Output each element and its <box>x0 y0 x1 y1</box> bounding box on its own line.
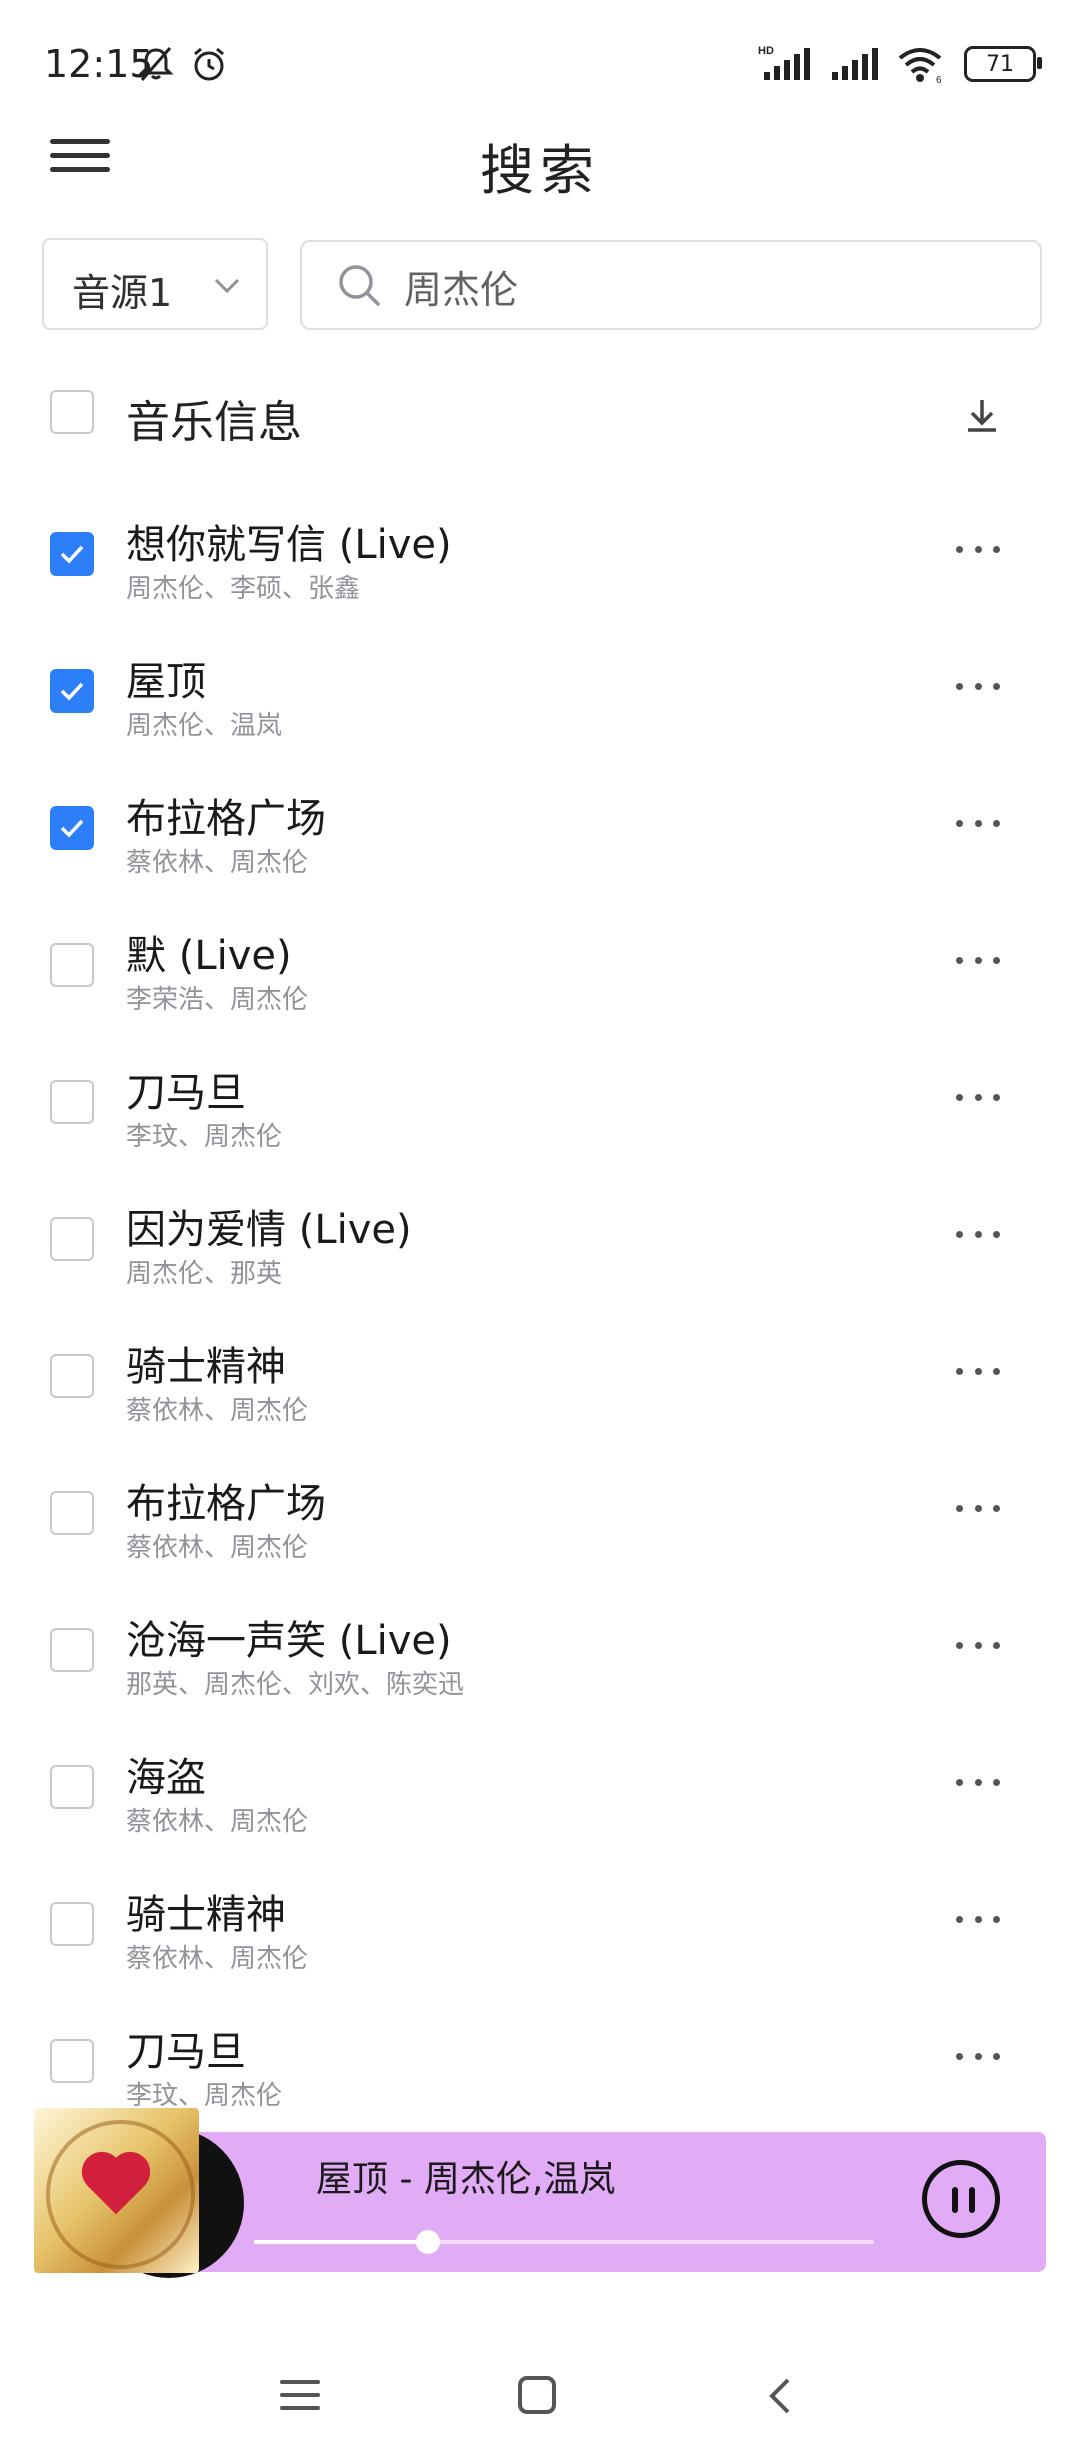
app-header: 搜索 <box>0 120 1080 240</box>
search-box[interactable] <box>300 240 1042 330</box>
home-button[interactable] <box>518 2376 556 2414</box>
mute-notification-icon <box>138 47 174 81</box>
more-options-icon[interactable] <box>956 957 1000 967</box>
song-title: 沧海一声笑 (Live) <box>126 1618 452 1664</box>
network-badge: HD <box>758 45 774 57</box>
song-title: 布拉格广场 <box>126 1481 326 1527</box>
download-icon[interactable] <box>960 394 1004 438</box>
signal-hd-icon: HD <box>758 45 810 80</box>
song-artists: 李荣浩、周杰伦 <box>126 985 309 1015</box>
more-options-icon[interactable] <box>956 1231 1000 1241</box>
song-checkbox[interactable] <box>50 2039 94 2083</box>
song-row[interactable]: 骑士精神蔡依林、周杰伦 <box>0 1880 1080 2017</box>
more-options-icon[interactable] <box>956 1505 1000 1515</box>
alarm-icon <box>194 47 225 81</box>
more-options-icon[interactable] <box>956 1642 1000 1652</box>
song-row[interactable]: 想你就写信 (Live) 周杰伦、李硕、张鑫 <box>0 510 1080 647</box>
song-row[interactable]: 布拉格广场蔡依林、周杰伦 <box>0 1469 1080 1606</box>
status-left-icons <box>136 44 229 84</box>
source-select-label: 音源1 <box>72 271 173 315</box>
list-header: 音乐信息 <box>0 370 1080 470</box>
album-art[interactable] <box>34 2108 244 2298</box>
song-title: 屋顶 <box>126 659 206 705</box>
battery-icon: 71 <box>964 46 1042 82</box>
song-artists: 周杰伦、那英 <box>126 1259 283 1289</box>
song-row[interactable]: 沧海一声笑 (Live) 那英、周杰伦、刘欢、陈奕迅 <box>0 1606 1080 1743</box>
song-checkbox[interactable] <box>50 1080 94 1124</box>
battery-level: 71 <box>986 51 1014 77</box>
status-right-icons: HD 6 71 <box>758 44 1042 84</box>
song-artists: 那英、周杰伦、刘欢、陈奕迅 <box>126 1670 465 1700</box>
song-artists: 李玟、周杰伦 <box>126 1122 283 1152</box>
song-checkbox[interactable] <box>50 1765 94 1809</box>
song-title: 默 (Live) <box>126 933 292 979</box>
more-options-icon[interactable] <box>956 2053 1000 2063</box>
song-checkbox[interactable] <box>50 806 94 850</box>
select-all-checkbox[interactable] <box>50 390 94 434</box>
song-checkbox[interactable] <box>50 1354 94 1398</box>
more-options-icon[interactable] <box>956 683 1000 693</box>
album-cover <box>34 2108 199 2273</box>
song-row[interactable]: 海盗 蔡依林、周杰伦 <box>0 1743 1080 1880</box>
mini-player[interactable]: 屋顶 - 周杰伦,温岚 <box>34 2108 1046 2278</box>
song-title: 刀马旦 <box>126 1070 246 1116</box>
song-title: 骑士精神 <box>126 1892 286 1938</box>
system-nav-bar <box>0 2340 1080 2460</box>
song-artists: 蔡依林、周杰伦 <box>126 1944 309 1974</box>
song-artists: 蔡依林、周杰伦 <box>126 1807 309 1837</box>
pause-icon <box>952 2187 958 2213</box>
song-checkbox[interactable] <box>50 1491 94 1535</box>
song-checkbox[interactable] <box>50 943 94 987</box>
signal-icon <box>832 48 878 80</box>
recents-button[interactable] <box>280 2380 320 2419</box>
back-button[interactable] <box>760 2376 800 2416</box>
progress-fill <box>254 2240 428 2244</box>
source-select[interactable]: 音源1 <box>42 238 268 330</box>
song-artists: 蔡依林、周杰伦 <box>126 1396 309 1426</box>
more-options-icon[interactable] <box>956 1368 1000 1378</box>
more-options-icon[interactable] <box>956 1094 1000 1104</box>
song-artists: 李玟、周杰伦 <box>126 2081 283 2111</box>
song-title: 因为爱情 (Live) <box>126 1207 412 1253</box>
song-row[interactable]: 默 (Live) 李荣浩、周杰伦 <box>0 921 1080 1058</box>
status-bar: 12:15 HD 6 71 <box>0 0 1080 130</box>
wifi-badge: 6 <box>936 75 942 84</box>
now-playing-title: 屋顶 - 周杰伦,温岚 <box>316 2159 616 2200</box>
song-title: 想你就写信 (Live) <box>126 522 452 568</box>
more-options-icon[interactable] <box>956 1779 1000 1789</box>
search-input[interactable] <box>402 260 1006 312</box>
song-row[interactable]: 骑士精神蔡依林、周杰伦 <box>0 1332 1080 1469</box>
list-header-label: 音乐信息 <box>126 397 302 448</box>
song-artists: 蔡依林、周杰伦 <box>126 848 309 878</box>
more-options-icon[interactable] <box>956 546 1000 556</box>
page-title: 搜索 <box>480 139 600 202</box>
wifi-icon: 6 <box>898 48 942 84</box>
progress-handle[interactable] <box>415 2230 440 2254</box>
song-artists: 蔡依林、周杰伦 <box>126 1533 309 1563</box>
song-title: 骑士精神 <box>126 1344 286 1390</box>
more-options-icon[interactable] <box>956 820 1000 830</box>
song-title: 海盗 <box>126 1755 206 1801</box>
song-checkbox[interactable] <box>50 669 94 713</box>
song-checkbox[interactable] <box>50 1902 94 1946</box>
song-row[interactable]: 屋顶 周杰伦、温岚 <box>0 647 1080 784</box>
search-icon <box>339 265 380 306</box>
song-checkbox[interactable] <box>50 1217 94 1261</box>
song-row[interactable]: 刀马旦 李玟、周杰伦 <box>0 1058 1080 1195</box>
song-row[interactable]: 因为爱情 (Live) 周杰伦、那英 <box>0 1195 1080 1332</box>
pause-button[interactable] <box>922 2160 1000 2238</box>
song-artists: 周杰伦、李硕、张鑫 <box>126 574 361 604</box>
song-title: 刀马旦 <box>126 2029 246 2075</box>
song-checkbox[interactable] <box>50 1628 94 1672</box>
chevron-down-icon <box>214 278 240 294</box>
song-row[interactable]: 布拉格广场蔡依林、周杰伦 <box>0 784 1080 921</box>
song-artists: 周杰伦、温岚 <box>126 711 283 741</box>
song-title: 布拉格广场 <box>126 796 326 842</box>
progress-bar[interactable] <box>254 2230 874 2254</box>
more-options-icon[interactable] <box>956 1916 1000 1926</box>
song-checkbox[interactable] <box>50 532 94 576</box>
